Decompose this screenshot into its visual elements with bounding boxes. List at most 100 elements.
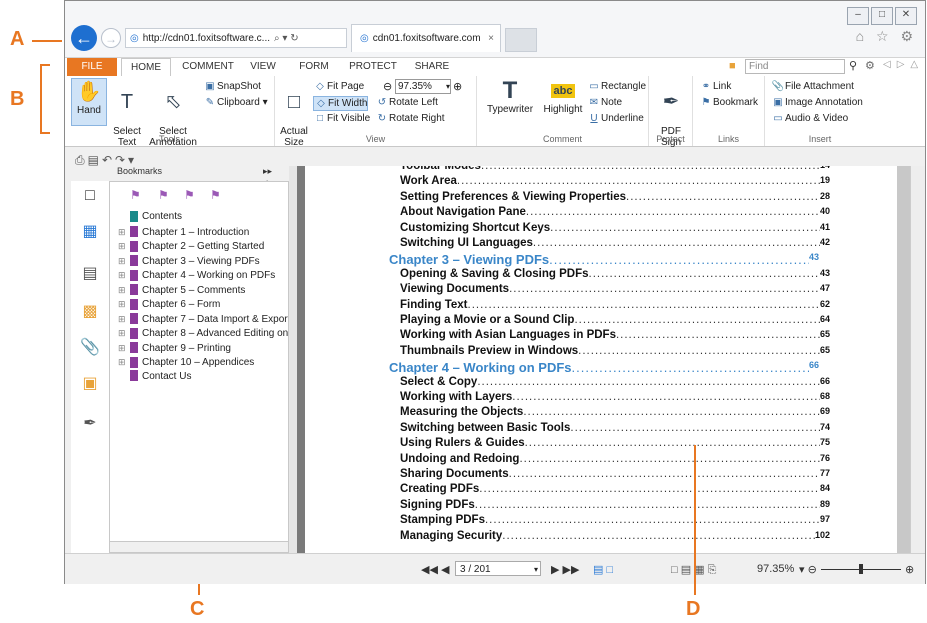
toc-entry[interactable]: Using Rulers & Guides...................… xyxy=(400,437,830,449)
expand-icon[interactable]: ⊞ xyxy=(118,225,128,239)
typewriter-button[interactable]: T Typewriter xyxy=(481,78,539,116)
browser-tab[interactable]: ◎ cdn01.foxitsoftware.com × xyxy=(351,24,501,52)
tab-home[interactable]: HOME xyxy=(121,58,171,77)
toc-entry[interactable]: Opening & Saving & Closing PDFs.........… xyxy=(400,268,830,280)
fit-visible-button[interactable]: □ Fit Visible xyxy=(313,112,370,125)
zoom-slider-thumb[interactable] xyxy=(859,564,863,574)
pages-panel-icon[interactable]: ▦ xyxy=(79,221,101,243)
tab-file[interactable]: FILE xyxy=(67,58,117,76)
expand-icon[interactable]: ⊞ xyxy=(118,239,128,253)
page-number-field[interactable]: 3 / 201 ▾ xyxy=(455,561,541,576)
close-window-button[interactable]: ✕ xyxy=(895,7,917,25)
audio-video-button[interactable]: ▭ Audio & Video xyxy=(771,112,848,125)
address-actions[interactable]: ⌕ ▾ ↻ xyxy=(274,33,299,44)
fit-page-button[interactable]: ◇ Fit Page xyxy=(313,80,364,93)
toc-entry[interactable]: Switching between Basic Tools...........… xyxy=(400,422,830,434)
fit-width-button[interactable]: ◇ Fit Width xyxy=(313,96,369,111)
toc-entry[interactable]: Undoing and Redoing.....................… xyxy=(400,453,830,465)
signature-icon[interactable]: ✒ xyxy=(79,413,101,435)
bookmark-item[interactable]: Contact Us xyxy=(118,370,191,384)
comments-icon[interactable]: ▩ xyxy=(79,301,101,323)
gear-icon[interactable]: ⚙ xyxy=(865,59,875,72)
minimize-button[interactable]: – xyxy=(847,7,869,25)
page-icon[interactable]: □ xyxy=(79,185,101,207)
toc-entry[interactable]: Toolbar Modes...........................… xyxy=(400,166,830,172)
first-prev-page-icon[interactable]: ◀◀ ◀ xyxy=(421,563,449,576)
toc-entry[interactable]: Switching UI Languages..................… xyxy=(400,237,830,249)
expand-icon[interactable]: ⊞ xyxy=(118,283,128,297)
link-button[interactable]: ⚭ Link xyxy=(699,80,732,93)
expand-icon[interactable]: ⊞ xyxy=(118,297,128,311)
toc-entry[interactable]: Playing a Movie or a Sound Clip.........… xyxy=(400,314,830,326)
file-attachment-button[interactable]: 📎File Attachment xyxy=(771,80,854,93)
bookmark-expand-icon[interactable]: ⚑ xyxy=(184,188,195,202)
highlight-button[interactable]: abc Highlight xyxy=(541,78,585,115)
note-button[interactable]: ✉ Note xyxy=(587,96,622,109)
toc-chapter[interactable]: Chapter 3 – Viewing PDFs................… xyxy=(389,252,819,267)
bookmark-item[interactable]: ⊞ Chapter 7 – Data Import & Export xyxy=(118,312,288,326)
zoom-field[interactable]: 97.35% ▾ xyxy=(395,79,451,94)
bookmarks-hscrollbar[interactable] xyxy=(109,541,289,553)
find-input[interactable]: Find xyxy=(745,59,845,74)
rectangle-button[interactable]: ▭ Rectangle xyxy=(587,80,646,93)
bookmark-tool-icon[interactable]: ⚑ xyxy=(130,188,141,202)
status-zoom-in-icon[interactable]: ⊕ xyxy=(905,563,914,576)
search-icon[interactable]: ⚲ xyxy=(849,59,857,72)
back-button[interactable]: ← xyxy=(71,25,97,51)
toc-entry[interactable]: Stamping PDFs...........................… xyxy=(400,514,830,526)
doc-vscrollbar[interactable] xyxy=(910,166,925,553)
browser-toolbar-icons[interactable]: ⌂ ☆ ⚙ xyxy=(856,28,917,45)
toc-entry[interactable]: Select & Copy...........................… xyxy=(400,376,830,388)
tab-comment[interactable]: COMMENT xyxy=(177,58,239,76)
expand-icon[interactable]: ⊞ xyxy=(118,355,128,369)
expand-icon[interactable]: ⊞ xyxy=(118,326,128,340)
bookmark-item[interactable]: Contents xyxy=(118,210,182,224)
maximize-button[interactable]: □ xyxy=(871,7,893,25)
toc-entry[interactable]: Customizing Shortcut Keys...............… xyxy=(400,222,830,234)
status-zoom-out-icon[interactable]: ▾ ⊖ xyxy=(799,563,817,576)
rotate-left-button[interactable]: ↺ Rotate Left xyxy=(375,96,438,109)
toc-entry[interactable]: Managing Security.......................… xyxy=(400,530,830,542)
new-tab-button[interactable] xyxy=(505,28,537,52)
pane-splitter[interactable] xyxy=(289,166,297,553)
expand-icon[interactable]: ⊞ xyxy=(118,341,128,355)
bookmark-item[interactable]: ⊞ Chapter 4 – Working on PDFs xyxy=(118,268,275,282)
forward-button[interactable]: → xyxy=(101,28,121,48)
toc-entry[interactable]: Thumbnails Preview in Windows...........… xyxy=(400,345,830,357)
toc-entry[interactable]: Finding Text............................… xyxy=(400,299,830,311)
layers-icon[interactable]: ▤ xyxy=(79,263,101,285)
bookmark-item[interactable]: ⊞ Chapter 9 – Printing xyxy=(118,341,231,355)
tab-close-icon[interactable]: × xyxy=(488,33,494,44)
toc-entry[interactable]: Setting Preferences & Viewing Properties… xyxy=(400,191,830,203)
tab-form[interactable]: FORM xyxy=(291,58,337,76)
rotate-right-button[interactable]: ↻ Rotate Right xyxy=(375,112,445,125)
bookmark-item[interactable]: ⊞ Chapter 5 – Comments xyxy=(118,283,245,297)
toc-entry[interactable]: Working with Asian Languages in PDFs....… xyxy=(400,329,830,341)
bookmark-item[interactable]: ⊞ Chapter 2 – Getting Started xyxy=(118,239,264,253)
bookmark-item[interactable]: ⊞ Chapter 6 – Form xyxy=(118,297,220,311)
tab-protect[interactable]: PROTECT xyxy=(343,58,403,76)
bookmark-item[interactable]: ⊞ Chapter 10 – Appendices xyxy=(118,355,254,369)
bookmark-item[interactable]: ⊞ Chapter 8 – Advanced Editing on PDFs xyxy=(118,326,288,340)
tab-view[interactable]: VIEW xyxy=(241,58,285,76)
bookmark-add-icon[interactable]: ⚑ xyxy=(158,188,169,202)
lock-icon[interactable]: ▣ xyxy=(79,373,101,395)
toc-entry[interactable]: Viewing Documents.......................… xyxy=(400,283,830,295)
toc-entry[interactable]: Creating PDFs...........................… xyxy=(400,483,830,495)
toc-entry[interactable]: Measuring the Objects...................… xyxy=(400,406,830,418)
address-bar[interactable]: ◎ http://cdn01.foxitsoftware.c... ⌕ ▾ ↻ xyxy=(125,28,347,48)
image-annotation-button[interactable]: ▣ Image Annotation xyxy=(771,96,863,109)
bookmark-button[interactable]: ⚑ Bookmark xyxy=(699,96,759,109)
toc-entry[interactable]: Work Area...............................… xyxy=(400,175,830,187)
attachment-icon[interactable]: 📎 xyxy=(79,337,101,359)
bookmark-collapse-icon[interactable]: ⚑ xyxy=(210,188,221,202)
snapshot-button[interactable]: ▣ SnapShot xyxy=(203,80,261,93)
next-last-page-icon[interactable]: ▶ ▶▶ xyxy=(551,563,579,576)
expand-icon[interactable]: ⊞ xyxy=(118,312,128,326)
zoom-out-icon[interactable]: ⊖ xyxy=(383,80,392,93)
tab-share[interactable]: SHARE xyxy=(407,58,457,76)
toc-entry[interactable]: Sharing Documents.......................… xyxy=(400,468,830,480)
bookmark-item[interactable]: ⊞ Chapter 1 – Introduction xyxy=(118,225,249,239)
nav-arrows-icon[interactable]: ◁▷△ xyxy=(883,59,924,70)
toc-entry[interactable]: About Navigation Pane...................… xyxy=(400,206,830,218)
